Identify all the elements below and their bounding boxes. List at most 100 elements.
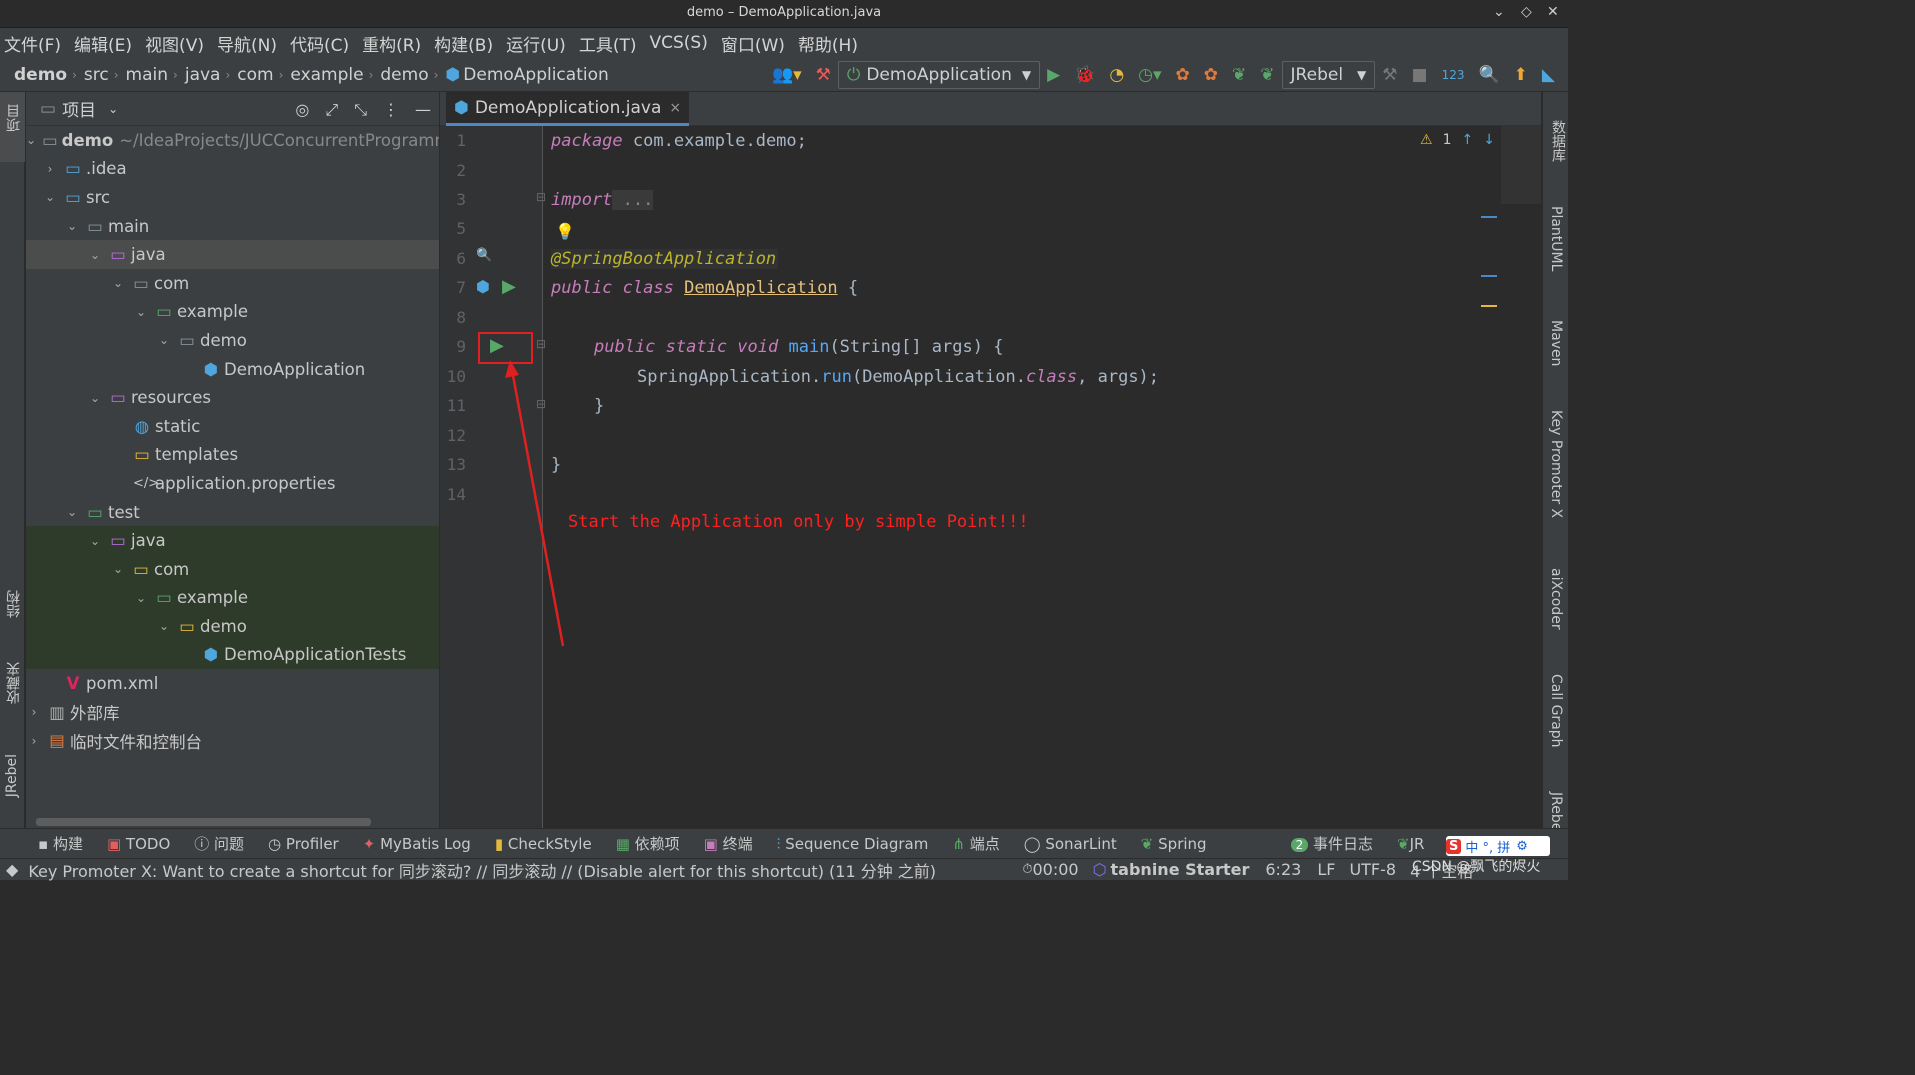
tab-demo-application[interactable]: ⬢ DemoApplication.java × bbox=[446, 92, 690, 126]
tree-node[interactable]: › ▥ 外部库 bbox=[26, 698, 439, 727]
project-tool-button[interactable]: 项目 bbox=[0, 92, 25, 162]
breadcrumb-com[interactable]: com bbox=[237, 65, 273, 85]
tree-node[interactable]: ⌄ ▭ src bbox=[26, 183, 439, 212]
locate-icon[interactable]: ◎ bbox=[295, 100, 309, 120]
chevron-down-icon[interactable]: ⌄ bbox=[87, 248, 103, 262]
maven-tool-button[interactable]: Maven bbox=[1548, 320, 1564, 366]
find-usages-icon[interactable]: 🔍 bbox=[476, 248, 492, 263]
menu-code[interactable]: 代码(C) bbox=[290, 31, 349, 56]
tree-node[interactable]: ◍ static bbox=[26, 412, 439, 441]
breadcrumb-java[interactable]: java bbox=[185, 65, 221, 85]
chevron-down-icon[interactable]: ⌄ bbox=[110, 562, 126, 576]
fold-icon[interactable]: ⊟ bbox=[536, 190, 546, 204]
chevron-down-icon[interactable]: ⌄ bbox=[156, 333, 172, 347]
lightbulb-icon[interactable]: 💡 bbox=[555, 222, 575, 241]
tree-node[interactable]: ⌄ ▭ test bbox=[26, 498, 439, 527]
chevron-down-icon[interactable]: ⌄ bbox=[133, 305, 149, 319]
menu-window[interactable]: 窗口(W) bbox=[721, 31, 785, 56]
run-icon[interactable]: ▶ bbox=[1047, 65, 1060, 85]
expand-all-icon[interactable]: ⤢ bbox=[325, 100, 338, 120]
mybatis-log-tool-button[interactable]: ✦ MyBatis Log bbox=[363, 835, 471, 853]
code-view[interactable]: package com.example.demo; import ... 💡 @… bbox=[551, 126, 1541, 828]
event-log-tool-button[interactable]: 2 事件日志 bbox=[1290, 833, 1373, 854]
maximize-icon[interactable]: ◇ bbox=[1521, 4, 1532, 20]
jrebel-select[interactable]: JRebel ▼ bbox=[1281, 61, 1376, 89]
error-stripe-mark[interactable] bbox=[1481, 216, 1497, 218]
sequence-diagram-tool-button[interactable]: ⫶ Sequence Diagram bbox=[777, 835, 929, 853]
line-separator[interactable]: LF bbox=[1317, 860, 1335, 879]
tree-node[interactable]: ⬢ DemoApplicationTests bbox=[26, 640, 439, 670]
close-icon[interactable]: × bbox=[669, 100, 681, 116]
todo-tool-button[interactable]: ▣ TODO bbox=[107, 835, 170, 853]
chevron-down-icon[interactable]: ⌄ bbox=[133, 591, 149, 605]
menu-view[interactable]: 视图(V) bbox=[145, 31, 204, 56]
tree-node[interactable]: </> application.properties bbox=[26, 469, 439, 498]
chevron-right-icon[interactable]: › bbox=[26, 705, 42, 719]
fold-icon[interactable]: ⊟ bbox=[536, 397, 546, 411]
tree-node[interactable]: ⌄ ▭ resources bbox=[26, 383, 439, 412]
tree-node[interactable]: › ▭ .idea bbox=[26, 155, 439, 184]
jrebel-update-icon[interactable]: ❦ bbox=[1232, 65, 1246, 85]
fold-icon[interactable]: ⊟ bbox=[536, 337, 546, 351]
checkstyle-tool-button[interactable]: ▮ CheckStyle bbox=[495, 835, 592, 853]
error-stripe-mark[interactable] bbox=[1481, 305, 1497, 307]
horizontal-scrollbar[interactable] bbox=[36, 818, 371, 826]
ime-indicator[interactable]: S 中 °, 拼 ⚙ bbox=[1446, 836, 1550, 856]
breadcrumb-demo[interactable]: demo bbox=[14, 65, 67, 85]
build-tool-button[interactable]: ▪ 构建 bbox=[38, 833, 83, 854]
favorites-tool-button[interactable]: 收藏夹 bbox=[4, 662, 24, 704]
chevron-down-icon[interactable]: ⌄ bbox=[108, 102, 118, 116]
build-hammer-icon[interactable]: ⚒ bbox=[816, 65, 831, 85]
status-message[interactable]: Key Promoter X: Want to create a shortcu… bbox=[28, 858, 988, 882]
menu-tools[interactable]: 工具(T) bbox=[579, 31, 637, 56]
jrebel-console-tool-button[interactable]: ❦JR bbox=[1397, 835, 1424, 853]
chevron-down-icon[interactable]: ⌄ bbox=[64, 219, 80, 233]
key-promoter-tool-button[interactable]: Key Promoter X bbox=[1548, 410, 1564, 518]
tree-node[interactable]: ⌄ ▭ main bbox=[26, 212, 439, 241]
run-configuration-select[interactable]: ⏻ DemoApplication ▼ bbox=[837, 61, 1041, 89]
profiler-tool-button[interactable]: ◷ Profiler bbox=[268, 835, 339, 853]
options-icon[interactable]: ⋮ bbox=[383, 100, 399, 120]
minimap[interactable] bbox=[1501, 126, 1541, 204]
chevron-down-icon[interactable]: ⌄ bbox=[156, 619, 172, 633]
error-stripe-mark[interactable] bbox=[1481, 275, 1497, 277]
tree-node[interactable]: ⌄ ▭ com bbox=[26, 269, 439, 298]
menu-refactor[interactable]: 重构(R) bbox=[362, 31, 421, 56]
dependencies-tool-button[interactable]: ▦ 依赖项 bbox=[616, 833, 680, 854]
coverage-icon[interactable]: ◔ bbox=[1109, 65, 1124, 85]
tree-node[interactable]: ⌄ ▭ demo bbox=[26, 326, 439, 355]
chevron-right-icon[interactable]: › bbox=[42, 162, 58, 176]
breadcrumb-demo-application[interactable]: DemoApplication bbox=[463, 65, 609, 85]
profile-icon[interactable]: ◷▾ bbox=[1138, 65, 1161, 85]
tree-node[interactable]: ⌄ ▭ demo bbox=[26, 612, 439, 641]
breadcrumb-main[interactable]: main bbox=[126, 65, 168, 85]
structure-tool-button[interactable]: 结构 bbox=[4, 590, 24, 618]
breadcrumb-src[interactable]: src bbox=[84, 65, 109, 85]
tabnine-status[interactable]: tabnine Starter bbox=[1111, 860, 1250, 879]
folded-imports[interactable]: ... bbox=[612, 190, 654, 210]
vcs-users-icon[interactable]: 👥▾ bbox=[772, 65, 802, 85]
inspection-widget[interactable]: ⚠ 1 ↑ ↓ bbox=[1420, 132, 1495, 148]
menu-run[interactable]: 运行(U) bbox=[506, 31, 566, 56]
hide-icon[interactable]: — bbox=[415, 100, 431, 120]
search-icon[interactable]: 🔍 bbox=[1479, 65, 1500, 85]
menu-build[interactable]: 构建(B) bbox=[434, 31, 493, 56]
bean-icon[interactable]: ⬢ bbox=[476, 277, 490, 296]
update-icon[interactable]: ⬆ bbox=[1514, 65, 1528, 85]
chevron-down-icon[interactable]: ⌄ bbox=[64, 505, 80, 519]
call-graph-tool-button[interactable]: Call Graph bbox=[1548, 674, 1564, 748]
chevron-down-icon[interactable]: ⌄ bbox=[87, 534, 103, 548]
tree-node[interactable]: ⌄ ▭ java bbox=[26, 526, 439, 555]
caret-position[interactable]: 6:23 bbox=[1265, 860, 1301, 879]
terminal-tool-button[interactable]: ▣ 终端 bbox=[704, 833, 753, 854]
jrebel-debug-icon[interactable]: ✿ bbox=[1204, 65, 1218, 85]
tree-node[interactable]: ⌄ ▭ demo ~/IdeaProjects/JUCConcurrentProgra… bbox=[26, 126, 451, 155]
menu-edit[interactable]: 编辑(E) bbox=[74, 31, 132, 56]
tree-node[interactable]: ⬢ DemoApplication bbox=[26, 355, 439, 384]
close-icon[interactable]: ✕ bbox=[1547, 4, 1559, 20]
problems-tool-button[interactable]: ⓘ 问题 bbox=[194, 833, 244, 854]
counter-badge[interactable]: 123 bbox=[1442, 68, 1465, 82]
status-timer[interactable]: 00:00 bbox=[1032, 860, 1078, 879]
menu-help[interactable]: 帮助(H) bbox=[798, 31, 858, 56]
plantuml-tool-button[interactable]: PlantUML bbox=[1548, 206, 1564, 271]
